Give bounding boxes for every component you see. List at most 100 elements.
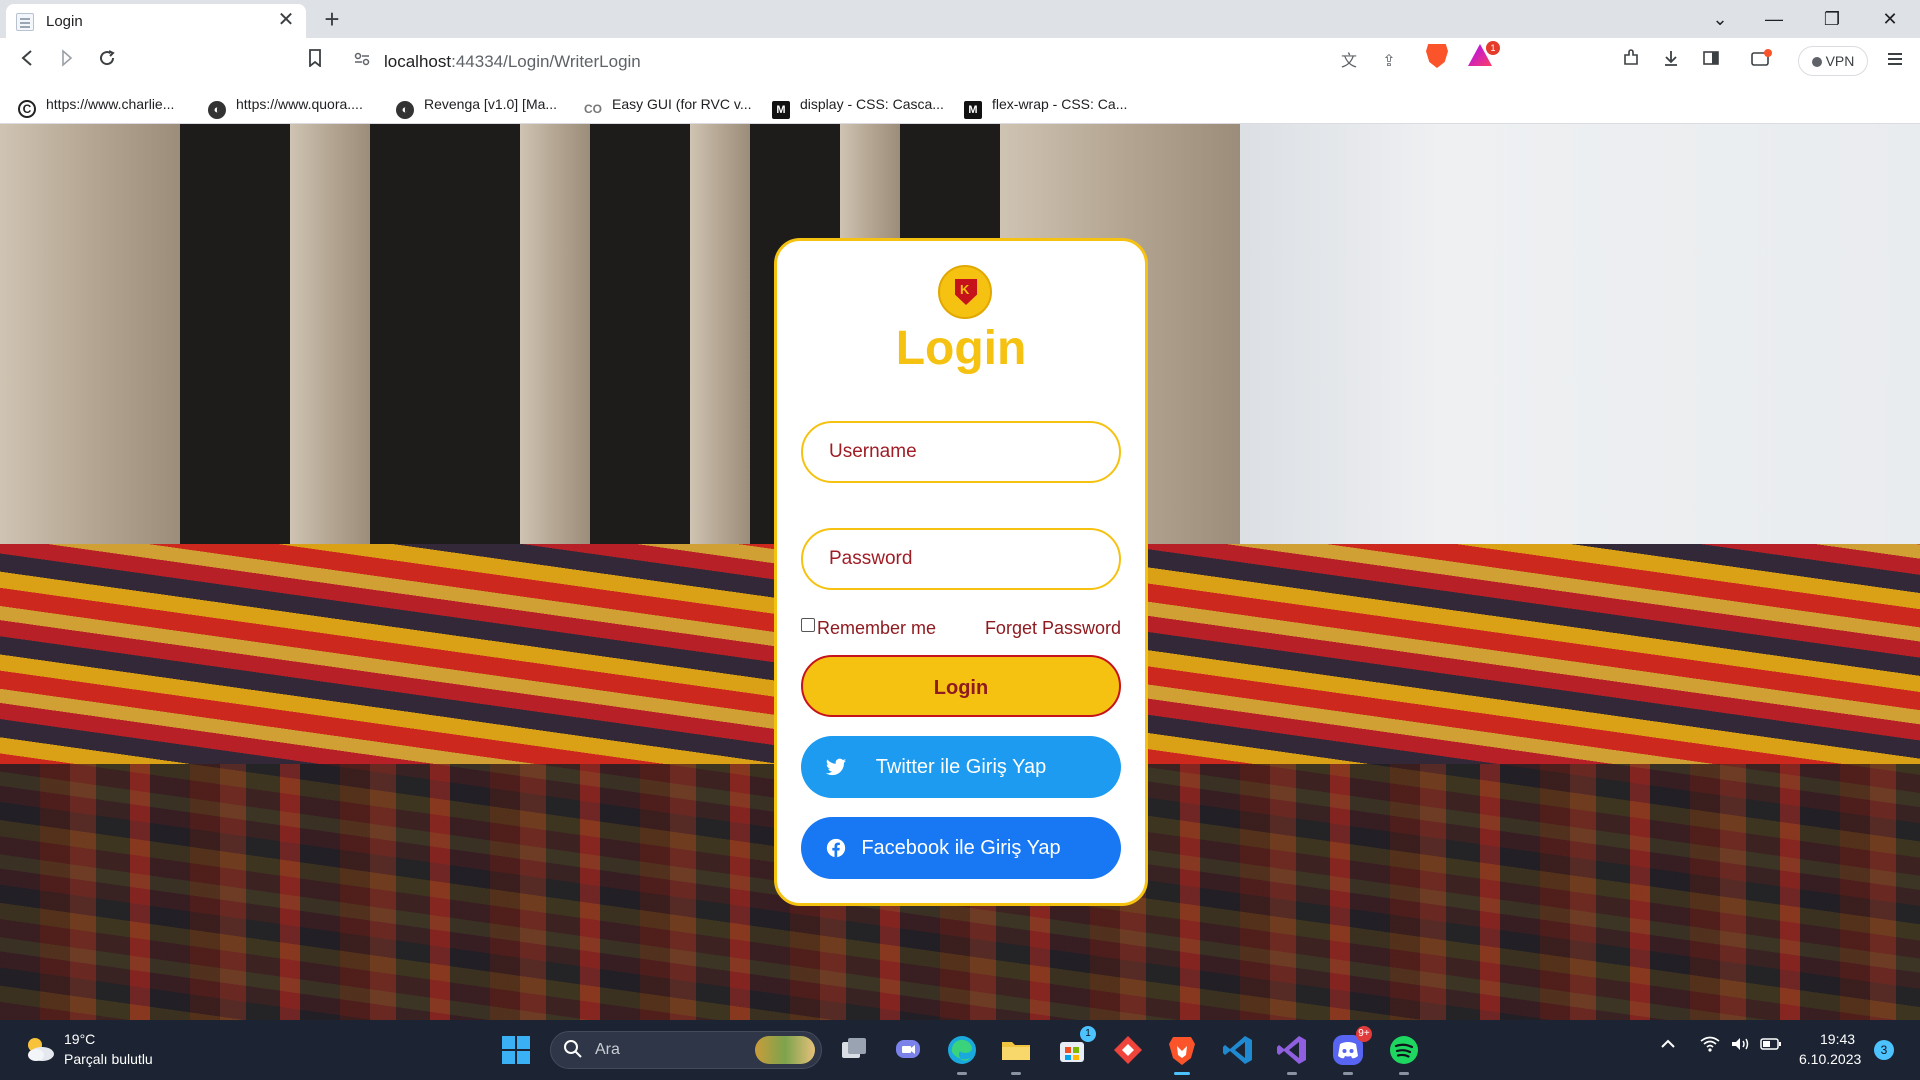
weather-description: Parçalı bulutlu bbox=[64, 1051, 153, 1067]
downloads-icon[interactable] bbox=[1656, 46, 1686, 76]
facebook-icon bbox=[826, 838, 846, 858]
bookmark-item[interactable]: CO Easy GUI (for RVC v... bbox=[584, 93, 752, 118]
logo-letter: K bbox=[960, 282, 970, 297]
weather-temperature: 19°C bbox=[64, 1031, 96, 1047]
battery-icon[interactable] bbox=[1760, 1036, 1782, 1057]
username-input[interactable] bbox=[805, 425, 1117, 479]
store-badge: 1 bbox=[1080, 1026, 1096, 1042]
vpn-button[interactable]: VPN bbox=[1798, 46, 1868, 76]
username-field bbox=[801, 421, 1121, 483]
forget-password-link[interactable]: Forget Password bbox=[985, 616, 1121, 640]
tab-login[interactable]: Login ✕ bbox=[6, 4, 306, 38]
mdn-icon: M bbox=[964, 101, 982, 119]
club-logo-icon: K bbox=[938, 265, 992, 319]
charlie-c-icon: C bbox=[18, 100, 36, 118]
address-bar[interactable]: localhost:44334/Login/WriterLogin 文 ⇪ bbox=[336, 44, 1504, 78]
tab-search-icon[interactable]: ⌄ bbox=[1700, 4, 1740, 34]
bookmarks-bar: Chttps://www.charlie... ◐ https://www.quo… bbox=[0, 84, 1920, 124]
tab-strip: Login ✕ + ⌄ — ❐ ✕ bbox=[0, 0, 1920, 38]
browser-toolbar: localhost:44334/Login/WriterLogin 文 ⇪ 1 … bbox=[0, 38, 1920, 84]
close-window-button[interactable]: ✕ bbox=[1870, 4, 1910, 34]
monument-gap bbox=[590, 124, 690, 554]
monument-column bbox=[520, 124, 590, 554]
chevron-up-icon[interactable] bbox=[1660, 1036, 1676, 1054]
bookmark-item[interactable]: ◐ Revenga [v1.0] [Ma... bbox=[396, 93, 557, 119]
running-indicator bbox=[1011, 1072, 1021, 1075]
twitter-button-label: Twitter ile Giriş Yap bbox=[875, 756, 1047, 778]
notification-badge[interactable]: 3 bbox=[1874, 1040, 1894, 1060]
menu-icon[interactable] bbox=[1880, 46, 1910, 76]
search-highlight-image bbox=[755, 1036, 815, 1064]
edge-icon[interactable] bbox=[944, 1032, 980, 1075]
bookmark-item[interactable]: Mflex-wrap - CSS: Ca... bbox=[964, 93, 1127, 119]
globe-icon: ◐ bbox=[396, 101, 414, 119]
page-background: K Login Remember me Forget Password Logi… bbox=[0, 124, 1920, 1020]
password-input[interactable] bbox=[805, 532, 1117, 586]
login-card: K Login Remember me Forget Password Logi… bbox=[774, 238, 1148, 906]
clock-time[interactable]: 19:43 bbox=[1820, 1031, 1855, 1047]
vscode-icon[interactable] bbox=[1220, 1032, 1256, 1068]
remember-checkbox[interactable] bbox=[801, 618, 815, 632]
site-info-icon[interactable] bbox=[354, 51, 370, 72]
extensions-icon[interactable] bbox=[1616, 46, 1646, 76]
vpn-status-icon bbox=[1811, 57, 1822, 67]
mdn-icon: M bbox=[772, 101, 790, 119]
running-indicator bbox=[957, 1072, 967, 1075]
rewards-badge: 1 bbox=[1486, 41, 1500, 55]
remember-label: Remember me bbox=[817, 618, 937, 638]
store-icon[interactable]: 1 bbox=[1054, 1026, 1096, 1068]
reload-icon[interactable] bbox=[92, 46, 122, 76]
share-icon[interactable]: ⇪ bbox=[1376, 50, 1402, 74]
back-icon[interactable] bbox=[12, 46, 42, 76]
globe-icon: ◐ bbox=[208, 101, 226, 119]
weather-partly-cloudy-icon[interactable] bbox=[22, 1034, 56, 1064]
discord-badge: 9+ bbox=[1356, 1026, 1372, 1042]
wallet-icon[interactable] bbox=[1746, 46, 1776, 76]
forward-icon[interactable] bbox=[52, 46, 82, 76]
anydesk-icon[interactable] bbox=[1110, 1032, 1146, 1068]
password-field bbox=[801, 528, 1121, 590]
monument-column bbox=[690, 124, 750, 554]
url-text: localhost:44334/Login/WriterLogin bbox=[384, 52, 641, 71]
page-favicon-icon bbox=[16, 13, 34, 31]
teams-chat-icon[interactable] bbox=[890, 1032, 926, 1068]
tab-title: Login bbox=[46, 13, 83, 30]
minimize-button[interactable]: — bbox=[1754, 4, 1794, 34]
new-tab-button[interactable]: + bbox=[318, 5, 346, 33]
login-button[interactable]: Login bbox=[801, 655, 1121, 717]
facebook-login-button[interactable]: Facebook ile Giriş Yap bbox=[801, 817, 1121, 879]
running-indicator bbox=[1399, 1072, 1409, 1075]
monument-gap bbox=[370, 124, 520, 554]
task-view-icon[interactable] bbox=[836, 1032, 872, 1068]
facebook-button-label: Facebook ile Giriş Yap bbox=[861, 837, 1061, 859]
discord-icon[interactable]: 9+ bbox=[1330, 1026, 1372, 1075]
remember-me[interactable]: Remember me bbox=[801, 616, 936, 640]
active-indicator bbox=[1174, 1072, 1190, 1075]
volume-icon[interactable] bbox=[1730, 1036, 1750, 1057]
sidebar-icon[interactable] bbox=[1696, 46, 1726, 76]
wifi-icon[interactable] bbox=[1700, 1036, 1720, 1057]
bookmark-item[interactable]: Mdisplay - CSS: Casca... bbox=[772, 93, 944, 119]
monument-column bbox=[290, 124, 370, 554]
taskbar: 19°C Parçalı bulutlu Ara 1 9+ 19:43 6.10… bbox=[0, 1020, 1920, 1080]
running-indicator bbox=[1287, 1072, 1297, 1075]
login-title: Login bbox=[895, 322, 1027, 375]
visual-studio-icon[interactable] bbox=[1274, 1032, 1310, 1075]
bookmark-item[interactable]: Chttps://www.charlie... bbox=[18, 93, 174, 118]
bookmark-item[interactable]: ◐ https://www.quora.... bbox=[208, 93, 363, 119]
restore-button[interactable]: ❐ bbox=[1812, 4, 1852, 34]
clock-date[interactable]: 6.10.2023 bbox=[1799, 1051, 1861, 1067]
monument-column bbox=[0, 124, 180, 554]
brave-browser-icon[interactable] bbox=[1164, 1032, 1200, 1075]
start-button[interactable] bbox=[498, 1032, 534, 1068]
taskbar-search[interactable]: Ara bbox=[550, 1031, 822, 1069]
bookmark-icon[interactable] bbox=[300, 46, 330, 76]
twitter-icon bbox=[825, 758, 847, 776]
tab-close-icon[interactable]: ✕ bbox=[274, 8, 298, 32]
search-icon bbox=[563, 1039, 583, 1065]
running-indicator bbox=[1343, 1072, 1353, 1075]
file-explorer-icon[interactable] bbox=[998, 1032, 1034, 1075]
twitter-login-button[interactable]: Twitter ile Giriş Yap bbox=[801, 736, 1121, 798]
spotify-icon[interactable] bbox=[1386, 1032, 1422, 1075]
translate-icon[interactable]: 文 bbox=[1336, 50, 1362, 74]
